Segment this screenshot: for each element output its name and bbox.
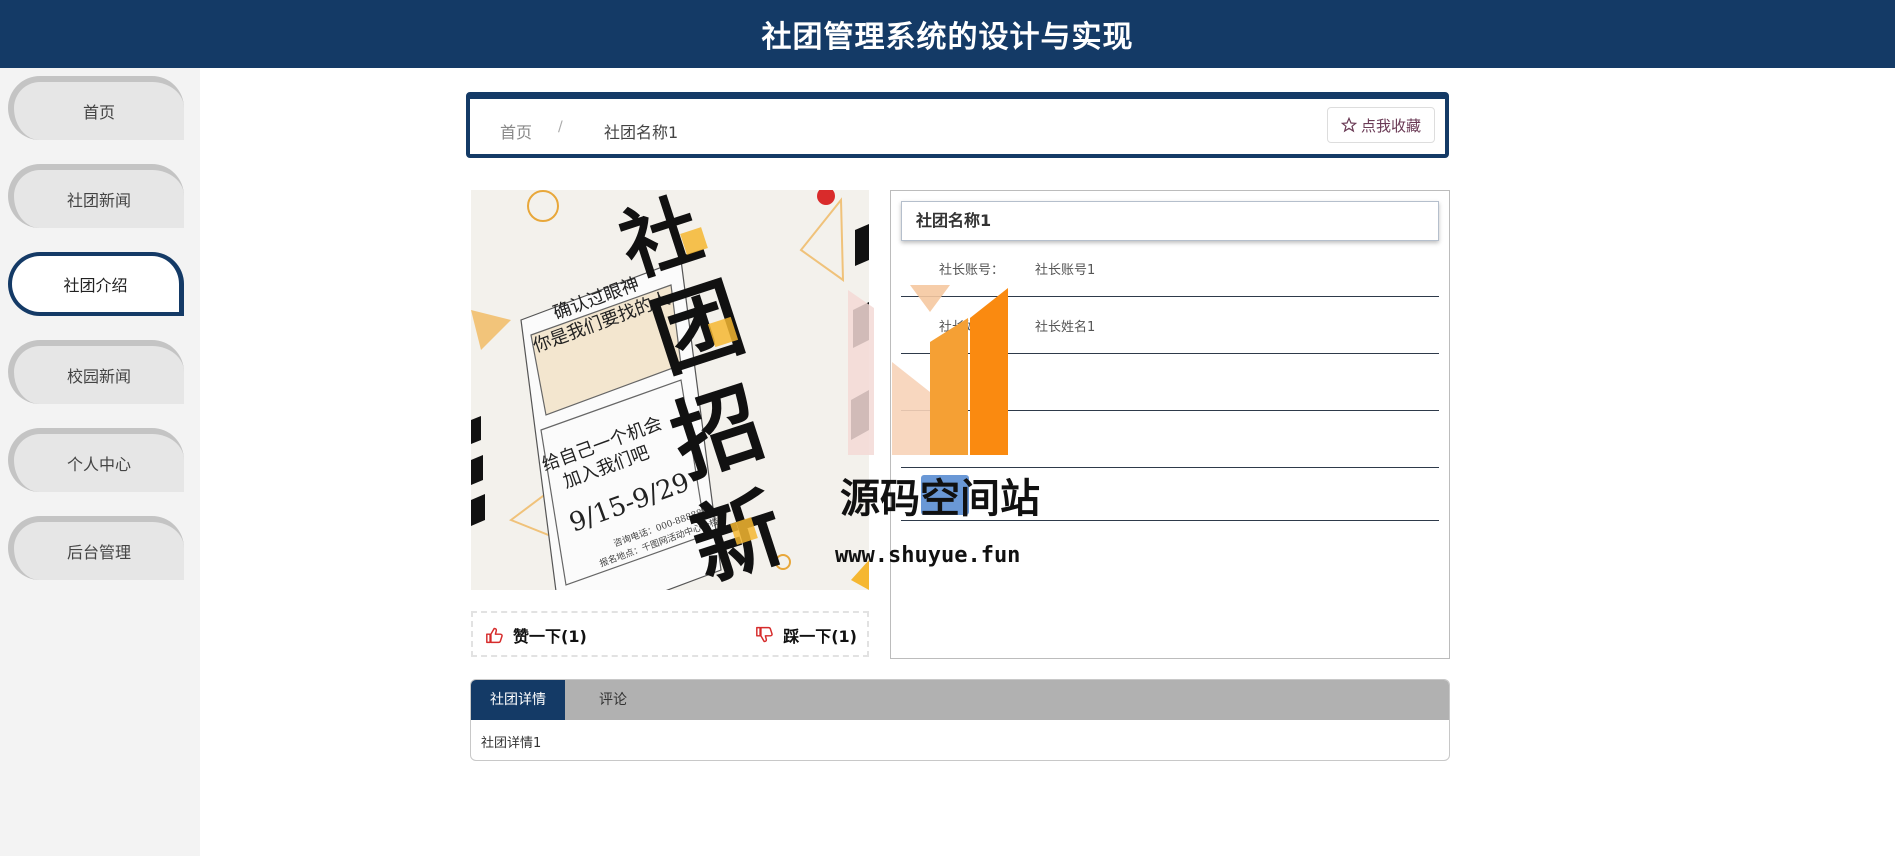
club-name-title: 社团名称1 xyxy=(901,201,1439,241)
info-value: 社长姓名1 xyxy=(1035,320,1096,335)
sidebar-item-home[interactable]: 首页 xyxy=(8,76,184,140)
breadcrumb-home-link[interactable]: 首页 xyxy=(500,119,532,143)
star-outline-icon xyxy=(1340,117,1357,133)
info-row-leader-account: 社长账号： 社长账号1 xyxy=(901,241,1439,297)
info-row xyxy=(901,412,1439,468)
like-label: 赞一下(1) xyxy=(513,627,587,646)
thumbs-up-icon xyxy=(486,627,503,644)
poster-artwork: 确认过眼神 你是我们要找的人 给自己一个机会 加入我们吧 9/15-9/29 咨… xyxy=(471,190,869,590)
sidebar-item-club-news[interactable]: 社团新闻 xyxy=(8,164,184,228)
breadcrumb: 首页 / 社团名称1 点我收藏 xyxy=(466,92,1449,158)
like-button[interactable]: 赞一下(1) xyxy=(485,623,587,647)
club-info-panel: 社团名称1 社长账号： 社长账号1 社长姓名： 社长姓名1 xyxy=(890,190,1450,659)
vote-bar: 赞一下(1) 踩一下(1) xyxy=(471,611,869,657)
breadcrumb-current: 社团名称1 xyxy=(604,123,679,142)
sidebar-item-personal-center[interactable]: 个人中心 xyxy=(8,428,184,492)
sidebar: 首页 社团新闻 社团介绍 校园新闻 个人中心 后台管理 xyxy=(0,68,200,856)
breadcrumb-separator: / xyxy=(558,119,563,135)
info-row xyxy=(901,469,1439,521)
action-button[interactable] xyxy=(921,475,969,515)
info-label: 社长姓名： xyxy=(939,320,1005,335)
sidebar-item-campus-news[interactable]: 校园新闻 xyxy=(8,340,184,404)
dislike-label: 踩一下(1) xyxy=(783,627,857,646)
sidebar-item-admin[interactable]: 后台管理 xyxy=(8,516,184,580)
info-label: 社长账号： xyxy=(939,263,1005,278)
tab-header: 社团详情 评论 xyxy=(471,680,1449,720)
app-header: 社团管理系统的设计与实现 xyxy=(0,0,1895,68)
club-poster-image: 确认过眼神 你是我们要找的人 给自己一个机会 加入我们吧 9/15-9/29 咨… xyxy=(471,190,869,590)
detail-tabs: 社团详情 评论 社团详情1 xyxy=(470,679,1450,761)
favorite-label: 点我收藏 xyxy=(1360,116,1421,135)
info-row-leader-name: 社长姓名： 社长姓名1 xyxy=(901,298,1439,354)
app-title: 社团管理系统的设计与实现 xyxy=(761,20,1134,55)
tab-comments[interactable]: 评论 xyxy=(565,680,661,720)
sidebar-item-club-intro[interactable]: 社团介绍 xyxy=(8,252,184,316)
info-row xyxy=(901,355,1439,411)
info-value: 社长账号1 xyxy=(1035,263,1096,278)
tab-content: 社团详情1 xyxy=(481,736,542,751)
dislike-button[interactable]: 踩一下(1) xyxy=(755,623,857,647)
tab-club-details[interactable]: 社团详情 xyxy=(471,680,565,720)
favorite-button[interactable]: 点我收藏 xyxy=(1327,107,1435,143)
thumbs-down-icon xyxy=(756,626,774,643)
